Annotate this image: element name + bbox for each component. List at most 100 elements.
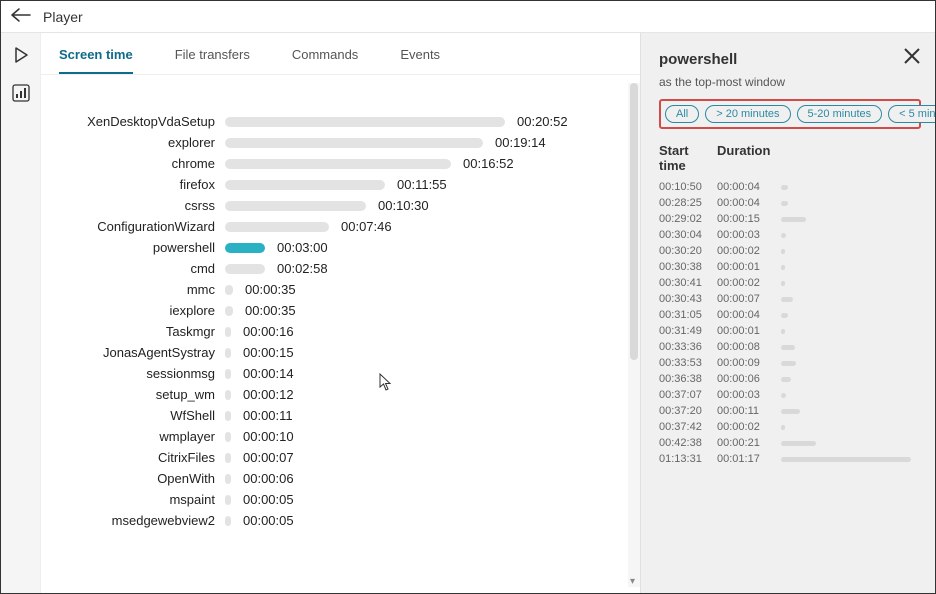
app-row[interactable]: firefox00:11:55 bbox=[53, 174, 628, 195]
app-row[interactable]: cmd00:02:58 bbox=[53, 258, 628, 279]
chart-panel-icon[interactable] bbox=[9, 81, 33, 105]
filter-pill[interactable]: < 5 minutes bbox=[888, 105, 935, 123]
app-row[interactable]: JonasAgentSystray00:00:15 bbox=[53, 342, 628, 363]
filter-pill[interactable]: > 20 minutes bbox=[705, 105, 790, 123]
duration-bar[interactable] bbox=[225, 495, 231, 505]
scrollbar-track[interactable]: ▾ bbox=[628, 83, 640, 587]
app-row[interactable]: WfShell00:00:11 bbox=[53, 405, 628, 426]
app-row[interactable]: csrss00:10:30 bbox=[53, 195, 628, 216]
duration-bar[interactable] bbox=[225, 243, 265, 253]
occurrence-duration: 00:00:03 bbox=[717, 389, 779, 401]
occurrence-bar bbox=[781, 217, 806, 222]
scrollbar-thumb[interactable] bbox=[630, 83, 638, 360]
occurrence-row[interactable]: 01:13:3100:01:17 bbox=[659, 451, 921, 467]
occurrence-row[interactable]: 00:33:5300:00:09 bbox=[659, 355, 921, 371]
app-row[interactable]: mspaint00:00:05 bbox=[53, 489, 628, 510]
tab-screen-time[interactable]: Screen time bbox=[59, 47, 133, 74]
occurrence-row[interactable]: 00:42:3800:00:21 bbox=[659, 435, 921, 451]
occurrence-start: 00:30:04 bbox=[659, 229, 717, 241]
duration-bar[interactable] bbox=[225, 369, 231, 379]
duration-label: 00:19:14 bbox=[495, 135, 546, 150]
occurrence-duration: 00:00:21 bbox=[717, 437, 779, 449]
occurrence-row[interactable]: 00:29:0200:00:15 bbox=[659, 211, 921, 227]
occurrence-bar bbox=[781, 441, 816, 446]
occurrence-row[interactable]: 00:37:4200:00:02 bbox=[659, 419, 921, 435]
app-row[interactable]: mmc00:00:35 bbox=[53, 279, 628, 300]
duration-bar[interactable] bbox=[225, 138, 483, 148]
app-row[interactable]: setup_wm00:00:12 bbox=[53, 384, 628, 405]
duration-bar[interactable] bbox=[225, 285, 233, 295]
occurrence-row[interactable]: 00:31:4900:00:01 bbox=[659, 323, 921, 339]
occurrence-start: 00:37:42 bbox=[659, 421, 717, 433]
occurrence-start: 00:30:20 bbox=[659, 245, 717, 257]
occurrence-row[interactable]: 00:30:3800:00:01 bbox=[659, 259, 921, 275]
occurrence-row[interactable]: 00:30:0400:00:03 bbox=[659, 227, 921, 243]
duration-label: 00:00:07 bbox=[243, 450, 294, 465]
app-row[interactable]: explorer00:19:14 bbox=[53, 132, 628, 153]
occurrence-row[interactable]: 00:33:3600:00:08 bbox=[659, 339, 921, 355]
occurrence-start: 00:31:49 bbox=[659, 325, 717, 337]
back-arrow-icon[interactable] bbox=[11, 6, 31, 27]
main-panel: Screen timeFile transfersCommandsEvents … bbox=[41, 33, 640, 593]
app-row[interactable]: msedgewebview200:00:05 bbox=[53, 510, 628, 531]
duration-bar[interactable] bbox=[225, 411, 231, 421]
app-row[interactable]: sessionmsg00:00:14 bbox=[53, 363, 628, 384]
duration-label: 00:00:05 bbox=[243, 513, 294, 528]
duration-bar[interactable] bbox=[225, 306, 233, 316]
tab-commands[interactable]: Commands bbox=[292, 47, 358, 74]
play-icon[interactable] bbox=[9, 43, 33, 67]
duration-bar[interactable] bbox=[225, 390, 231, 400]
scrollbar-down-icon[interactable]: ▾ bbox=[630, 576, 635, 587]
app-row[interactable]: OpenWith00:00:06 bbox=[53, 468, 628, 489]
duration-bar[interactable] bbox=[225, 222, 329, 232]
app-row[interactable]: iexplore00:00:35 bbox=[53, 300, 628, 321]
duration-bar[interactable] bbox=[225, 348, 231, 358]
occurrence-row[interactable]: 00:37:2000:00:11 bbox=[659, 403, 921, 419]
duration-bar[interactable] bbox=[225, 180, 385, 190]
occurrence-bar bbox=[781, 345, 795, 350]
duration-bar[interactable] bbox=[225, 453, 231, 463]
duration-bar[interactable] bbox=[225, 201, 366, 211]
filter-pill[interactable]: All bbox=[665, 105, 699, 123]
occurrence-start: 00:30:38 bbox=[659, 261, 717, 273]
occurrence-row[interactable]: 00:37:0700:00:03 bbox=[659, 387, 921, 403]
tabs: Screen time File transfers Commands Events bbox=[41, 33, 640, 75]
occurrence-start: 00:33:36 bbox=[659, 341, 717, 353]
occurrence-row[interactable]: 00:30:4300:00:07 bbox=[659, 291, 921, 307]
app-row[interactable]: CitrixFiles00:00:07 bbox=[53, 447, 628, 468]
close-icon[interactable] bbox=[903, 47, 921, 71]
duration-label: 00:00:06 bbox=[243, 471, 294, 486]
duration-bar[interactable] bbox=[225, 327, 231, 337]
app-row[interactable]: powershell00:03:00 bbox=[53, 237, 628, 258]
duration-bar[interactable] bbox=[225, 159, 451, 169]
occurrence-bar bbox=[781, 409, 800, 414]
duration-bar[interactable] bbox=[225, 516, 231, 526]
app-row[interactable]: Taskmgr00:00:16 bbox=[53, 321, 628, 342]
duration-bar[interactable] bbox=[225, 432, 231, 442]
occurrence-row[interactable]: 00:30:2000:00:02 bbox=[659, 243, 921, 259]
app-row[interactable]: XenDesktopVdaSetup00:20:52 bbox=[53, 111, 628, 132]
occurrence-bar bbox=[781, 313, 788, 318]
duration-bar[interactable] bbox=[225, 474, 231, 484]
duration-bar[interactable] bbox=[225, 264, 265, 274]
tab-events[interactable]: Events bbox=[400, 47, 440, 74]
app-row[interactable]: wmplayer00:00:10 bbox=[53, 426, 628, 447]
app-row[interactable]: ConfigurationWizard00:07:46 bbox=[53, 216, 628, 237]
occurrence-duration: 00:00:15 bbox=[717, 213, 779, 225]
filter-pill[interactable]: 5-20 minutes bbox=[797, 105, 883, 123]
duration-label: 00:02:58 bbox=[277, 261, 328, 276]
occurrence-row[interactable]: 00:10:5000:00:04 bbox=[659, 179, 921, 195]
occurrence-row[interactable]: 00:36:3800:00:06 bbox=[659, 371, 921, 387]
tab-file-transfers[interactable]: File transfers bbox=[175, 47, 250, 74]
app-row[interactable]: chrome00:16:52 bbox=[53, 153, 628, 174]
sidepanel-subtitle: as the top-most window bbox=[659, 75, 921, 89]
duration-label: 00:16:52 bbox=[463, 156, 514, 171]
occurrence-row[interactable]: 00:31:0500:00:04 bbox=[659, 307, 921, 323]
occurrence-duration: 00:00:11 bbox=[717, 405, 779, 417]
occurrence-row[interactable]: 00:28:2500:00:04 bbox=[659, 195, 921, 211]
occurrence-row[interactable]: 00:30:4100:00:02 bbox=[659, 275, 921, 291]
occurrence-duration: 00:00:01 bbox=[717, 325, 779, 337]
duration-bar[interactable] bbox=[225, 117, 505, 127]
occurrence-duration: 00:00:02 bbox=[717, 421, 779, 433]
app-name-label: mspaint bbox=[53, 492, 225, 507]
